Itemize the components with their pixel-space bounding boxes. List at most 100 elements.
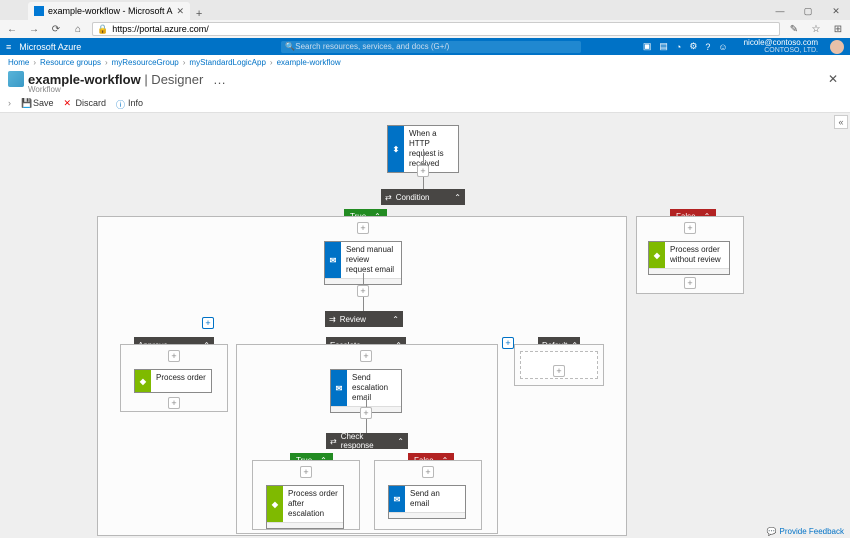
- url-input[interactable]: 🔒 https://portal.azure.com/: [92, 22, 780, 36]
- menu-icon[interactable]: ≡: [6, 42, 11, 52]
- info-button[interactable]: ⓘInfo: [116, 98, 143, 108]
- check-response-label: Check response: [341, 432, 394, 450]
- designer-canvas[interactable]: « ⬍ When a HTTP request is received + ⇄ …: [0, 113, 850, 538]
- expand-icon[interactable]: ›: [8, 98, 11, 108]
- breadcrumb-item[interactable]: myStandardLogicApp: [189, 58, 266, 67]
- forward-icon[interactable]: →: [28, 24, 40, 35]
- chevron-up-icon[interactable]: ⌃: [397, 437, 404, 446]
- switch-icon: ⇉: [329, 315, 336, 324]
- avatar[interactable]: [830, 40, 844, 54]
- chevron-up-icon[interactable]: ⌃: [454, 193, 461, 202]
- notifications-icon[interactable]: ◔: [676, 42, 681, 52]
- close-icon[interactable]: ✕: [177, 6, 185, 17]
- discard-button[interactable]: ✕Discard: [64, 98, 107, 108]
- breadcrumb-item[interactable]: Home: [8, 58, 29, 67]
- url-text: https://portal.azure.com/: [112, 24, 209, 34]
- breadcrumb-item[interactable]: Resource groups: [40, 58, 101, 67]
- help-icon[interactable]: ?: [705, 42, 710, 52]
- chevron-up-icon[interactable]: ⌃: [392, 315, 399, 324]
- add-step-button[interactable]: +: [357, 285, 369, 297]
- search-placeholder: Search resources, services, and docs (G+…: [295, 42, 449, 51]
- search-icon: 🔍: [285, 42, 295, 51]
- minimize-button[interactable]: —: [766, 2, 794, 20]
- more-icon[interactable]: …: [213, 72, 226, 87]
- review-label: Review: [340, 315, 366, 324]
- azure-top-bar: ≡ Microsoft Azure 🔍 Search resources, se…: [0, 38, 850, 55]
- process-icon: ◆: [267, 486, 283, 522]
- trigger-label: When a HTTP request is received: [404, 126, 458, 172]
- breadcrumb-item[interactable]: example-workflow: [277, 58, 341, 67]
- condition-node[interactable]: ⇄ Condition ⌃: [381, 189, 465, 205]
- add-step-button[interactable]: +: [684, 222, 696, 234]
- window-controls: — ▢ ✕: [766, 2, 850, 20]
- azure-favicon-icon: [34, 6, 44, 16]
- condition-icon: ⇄: [385, 193, 392, 202]
- add-step-button[interactable]: +: [360, 407, 372, 419]
- outlook-icon: ✉: [325, 242, 341, 278]
- add-step-button[interactable]: +: [357, 222, 369, 234]
- outlook-icon: ✉: [331, 370, 347, 406]
- new-tab-button[interactable]: +: [190, 8, 208, 20]
- node-label: Process order after escalation: [283, 486, 343, 522]
- close-button[interactable]: ✕: [822, 2, 850, 20]
- condition-label: Condition: [396, 193, 430, 202]
- azure-brand[interactable]: Microsoft Azure: [19, 42, 81, 52]
- add-step-button[interactable]: +: [168, 350, 180, 362]
- node-label: Send escalation email: [347, 370, 401, 406]
- add-step-button[interactable]: +: [422, 466, 434, 478]
- add-step-button[interactable]: +: [168, 397, 180, 409]
- breadcrumb: Home› Resource groups› myResourceGroup› …: [0, 55, 850, 69]
- maximize-button[interactable]: ▢: [794, 2, 822, 20]
- add-step-button[interactable]: +: [553, 365, 565, 377]
- user-email: nicole@contoso.com: [744, 39, 818, 47]
- info-icon: ⓘ: [116, 98, 126, 108]
- close-blade-button[interactable]: ✕: [828, 72, 842, 86]
- discard-icon: ✕: [64, 98, 74, 108]
- check-response-node[interactable]: ⇄ Check response ⌃: [326, 433, 408, 449]
- add-step-button[interactable]: +: [300, 466, 312, 478]
- review-switch-node[interactable]: ⇉ Review ⌃: [325, 311, 403, 327]
- tab-title: example-workflow - Microsoft A: [48, 6, 173, 16]
- outlook-icon: ✉: [389, 486, 405, 512]
- home-icon[interactable]: ⌂: [72, 24, 84, 35]
- process-without-review-node[interactable]: ◆ Process order without review: [648, 241, 730, 275]
- lock-icon: 🔒: [97, 24, 108, 35]
- add-case-button[interactable]: +: [502, 337, 514, 349]
- save-button[interactable]: 💾Save: [21, 98, 54, 108]
- user-info[interactable]: nicole@contoso.com CONTOSO, LTD.: [744, 39, 818, 55]
- condition-icon: ⇄: [330, 437, 337, 446]
- node-label: Send an email: [405, 486, 465, 512]
- process-icon: ◆: [135, 370, 151, 392]
- workflow-icon: [8, 71, 24, 87]
- node-label: Send manual review request email: [341, 242, 401, 278]
- node-label: Process order: [151, 370, 211, 392]
- refresh-icon[interactable]: ⟳: [50, 24, 62, 35]
- title-suffix: | Designer: [141, 72, 204, 87]
- settings-icon[interactable]: ⚙: [689, 41, 697, 52]
- process-order-node[interactable]: ◆ Process order: [134, 369, 212, 393]
- send-an-email-node[interactable]: ✉ Send an email: [388, 485, 466, 519]
- user-org: CONTOSO, LTD.: [744, 47, 818, 55]
- back-icon[interactable]: ←: [6, 24, 18, 35]
- tab-strip: example-workflow - Microsoft A ✕ + — ▢ ✕: [0, 0, 850, 20]
- read-icon[interactable]: ✎: [788, 24, 800, 35]
- directory-icon[interactable]: ▤: [659, 41, 668, 52]
- add-step-button[interactable]: +: [417, 165, 429, 177]
- global-search-input[interactable]: 🔍 Search resources, services, and docs (…: [281, 41, 581, 53]
- collections-icon[interactable]: ⊞: [832, 24, 844, 35]
- address-bar: ← → ⟳ ⌂ 🔒 https://portal.azure.com/ ✎ ☆ …: [0, 20, 850, 38]
- process-after-escalation-node[interactable]: ◆ Process order after escalation: [266, 485, 344, 529]
- add-step-button[interactable]: +: [684, 277, 696, 289]
- browser-tab[interactable]: example-workflow - Microsoft A ✕: [28, 2, 190, 20]
- breadcrumb-item[interactable]: myResourceGroup: [112, 58, 179, 67]
- process-icon: ◆: [649, 242, 665, 268]
- save-icon: 💾: [21, 98, 31, 108]
- add-case-button[interactable]: +: [202, 317, 214, 329]
- http-icon: ⬍: [388, 126, 404, 172]
- cloud-shell-icon[interactable]: ▣: [643, 41, 652, 52]
- favorite-icon[interactable]: ☆: [810, 24, 822, 35]
- node-label: Process order without review: [665, 242, 729, 268]
- feedback-icon[interactable]: ☺: [718, 42, 727, 52]
- add-step-button[interactable]: +: [360, 350, 372, 362]
- designer-toolbar: › 💾Save ✕Discard ⓘInfo: [0, 94, 850, 113]
